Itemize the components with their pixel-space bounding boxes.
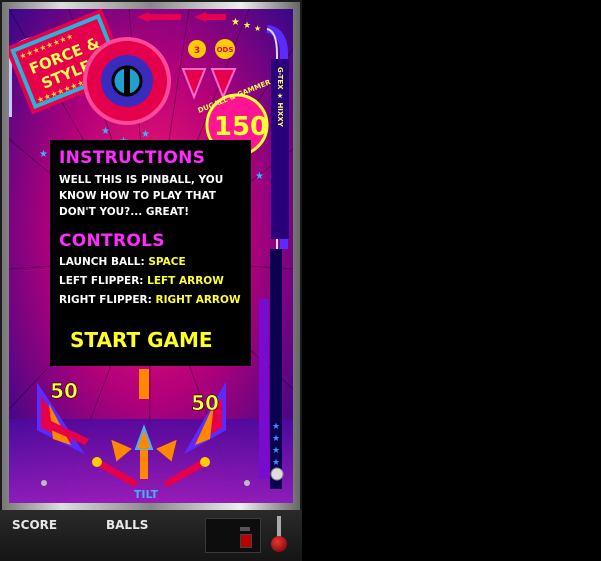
pinball-cabinet: G-TEX ★ HIXXY ★ ★ ★ ★ ★ ★ ★ ★★★★★★★★ ★★★… bbox=[0, 0, 302, 561]
controls-title: CONTROLS bbox=[59, 231, 165, 251]
control-label: LAUNCH BALL: bbox=[59, 256, 149, 268]
control-panel: SCORE BALLS bbox=[0, 510, 302, 561]
control-right-flipper: RIGHT FLIPPER: RIGHT ARROW bbox=[59, 294, 241, 306]
svg-text:★: ★ bbox=[272, 458, 280, 468]
right-inlane-wall bbox=[259, 299, 269, 479]
lane-value-1: 3 bbox=[194, 46, 200, 56]
lane-value-2: ODS bbox=[217, 46, 234, 54]
control-key: SPACE bbox=[148, 256, 186, 268]
balls-label: BALLS bbox=[106, 518, 149, 532]
svg-text:★: ★ bbox=[243, 21, 251, 31]
left-score-value: 50 bbox=[50, 379, 78, 403]
control-label: LEFT FLIPPER: bbox=[59, 275, 148, 287]
right-score-value: 50 bbox=[191, 391, 219, 415]
svg-text:★: ★ bbox=[254, 24, 261, 33]
control-key: LEFT ARROW bbox=[147, 275, 224, 287]
svg-text:★: ★ bbox=[272, 434, 280, 444]
bumper-value: 150 bbox=[214, 112, 268, 142]
coin-slot-lip bbox=[240, 527, 250, 531]
coin-slot[interactable] bbox=[205, 518, 261, 553]
pinball-ball bbox=[270, 467, 284, 481]
plunger-rod bbox=[277, 516, 281, 538]
instructions-title: INSTRUCTIONS bbox=[59, 148, 206, 168]
svg-text:★: ★ bbox=[101, 126, 110, 137]
control-label: RIGHT FLIPPER: bbox=[59, 294, 156, 306]
svg-text:★: ★ bbox=[231, 17, 240, 28]
side-text: G-TEX ★ HIXXY bbox=[276, 67, 284, 128]
instructions-dialog: INSTRUCTIONS WELL THIS IS PINBALL, YOU K… bbox=[50, 140, 251, 366]
instructions-text: WELL THIS IS PINBALL, YOU KNOW HOW TO PL… bbox=[59, 174, 224, 218]
svg-text:★: ★ bbox=[272, 422, 280, 432]
start-game-button[interactable]: START GAME bbox=[70, 328, 213, 352]
tilt-label: TILT bbox=[134, 488, 159, 501]
plunger-knob-icon[interactable] bbox=[271, 536, 287, 552]
launch-plunger[interactable] bbox=[270, 516, 288, 556]
svg-text:★: ★ bbox=[141, 129, 150, 140]
svg-text:★: ★ bbox=[255, 171, 264, 182]
score-label: SCORE bbox=[12, 518, 58, 532]
control-launch-ball: LAUNCH BALL: SPACE bbox=[59, 256, 186, 268]
spinner-bumper bbox=[83, 37, 171, 125]
coin-button[interactable] bbox=[240, 534, 252, 548]
control-left-flipper: LEFT FLIPPER: LEFT ARROW bbox=[59, 275, 224, 287]
svg-text:★: ★ bbox=[39, 149, 48, 160]
control-key: RIGHT ARROW bbox=[155, 294, 241, 306]
svg-text:★: ★ bbox=[272, 446, 280, 456]
